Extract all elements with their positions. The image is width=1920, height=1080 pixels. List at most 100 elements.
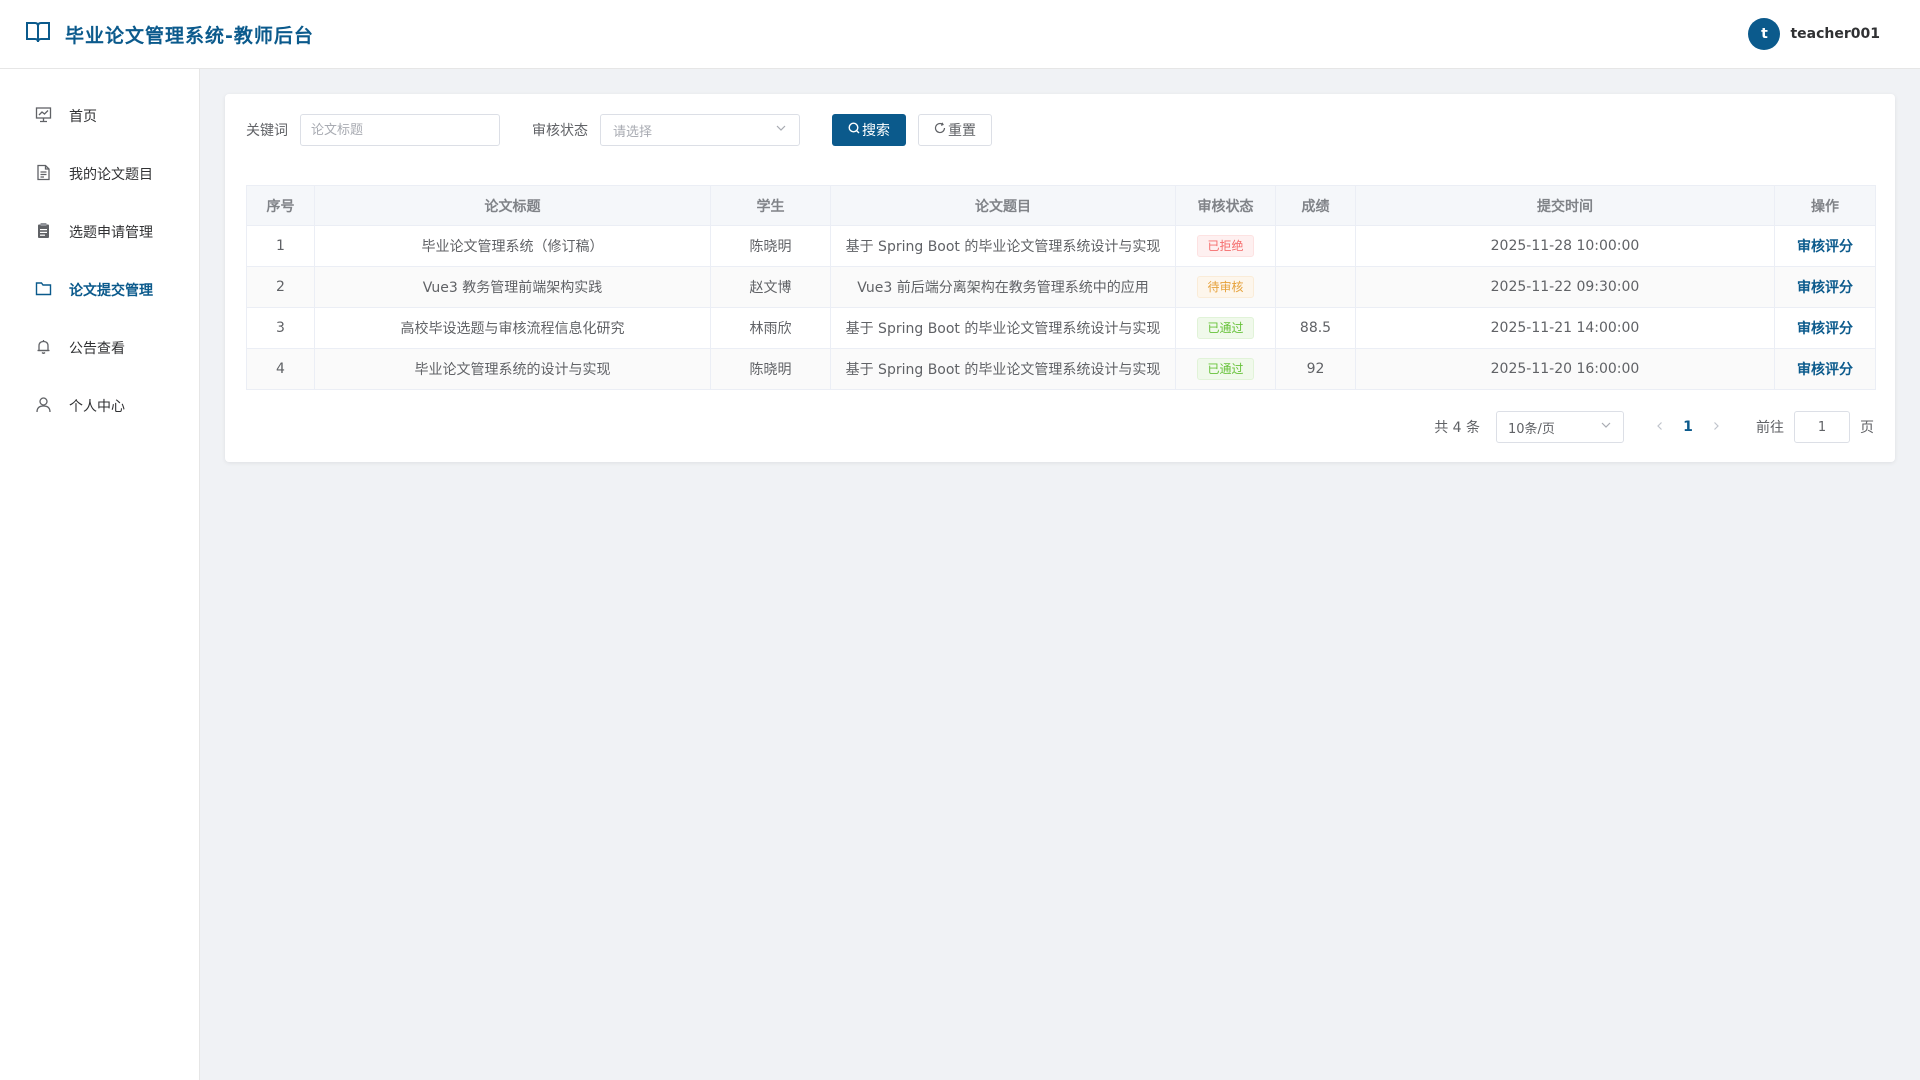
cell-time: 2025-11-20 16:00:00 <box>1355 348 1775 390</box>
column-header: 提交时间 <box>1355 185 1775 226</box>
refresh-icon <box>934 122 948 138</box>
table-header-row: 序号 论文标题 学生 论文题目 审核状态 成绩 提交时间 操作 <box>246 185 1876 226</box>
pagination: 共 4 条 10条/页 1 前往 页 <box>1434 411 1874 443</box>
cell-topic: Vue3 前后端分离架构在教务管理系统中的应用 <box>830 266 1176 308</box>
goto-page-input[interactable] <box>1794 411 1850 443</box>
cell-time: 2025-11-21 14:00:00 <box>1355 307 1775 349</box>
column-header: 学生 <box>710 185 831 226</box>
cell-title: 高校毕设选题与审核流程信息化研究 <box>314 307 711 349</box>
bell-icon <box>35 338 52 359</box>
submissions-table: 序号 论文标题 学生 论文题目 审核状态 成绩 提交时间 操作 1 毕业论文管理… <box>246 185 1876 390</box>
column-header: 论文题目 <box>830 185 1176 226</box>
book-icon <box>25 20 51 48</box>
top-header: 毕业论文管理系统-教师后台 t teacher001 <box>0 0 1920 69</box>
content-card: 关键词 审核状态 请选择 搜索 重置 序号 <box>225 94 1895 462</box>
column-header: 审核状态 <box>1175 185 1276 226</box>
sidebar-item-label: 个人中心 <box>69 399 125 415</box>
search-button-label: 搜索 <box>862 123 890 139</box>
sidebar-item-label: 我的论文题目 <box>69 167 153 183</box>
filter-bar: 关键词 审核状态 请选择 搜索 重置 <box>246 114 992 146</box>
user-icon <box>35 396 52 417</box>
chevron-right-icon <box>1711 419 1721 435</box>
cell-score: 88.5 <box>1275 307 1356 349</box>
chevron-down-icon <box>1600 419 1612 435</box>
next-page-button[interactable] <box>1704 411 1728 443</box>
table-row: 1 毕业论文管理系统（修订稿） 陈晓明 基于 Spring Boot 的毕业论文… <box>246 225 1876 267</box>
page-size-select[interactable]: 10条/页 <box>1496 411 1624 443</box>
page-suffix-label: 页 <box>1860 420 1874 436</box>
user-menu[interactable]: t teacher001 <box>1748 18 1880 50</box>
status-badge: 待审核 <box>1197 276 1254 298</box>
sidebar-item-label: 论文提交管理 <box>69 283 153 299</box>
chevron-left-icon <box>1655 419 1665 435</box>
search-icon <box>848 122 862 138</box>
cell-title: 毕业论文管理系统（修订稿） <box>314 225 711 267</box>
cell-student: 赵文博 <box>710 266 831 308</box>
column-header: 操作 <box>1774 185 1876 226</box>
sidebar-item-home[interactable]: 首页 <box>0 87 199 145</box>
sidebar-item-label: 首页 <box>69 109 97 125</box>
review-link[interactable]: 审核评分 <box>1797 280 1853 296</box>
prev-page-button[interactable] <box>1648 411 1672 443</box>
sidebar-item-my-topics[interactable]: 我的论文题目 <box>0 145 199 203</box>
reset-button-label: 重置 <box>948 123 976 139</box>
review-link[interactable]: 审核评分 <box>1797 239 1853 255</box>
cell-action: 审核评分 <box>1774 307 1876 349</box>
sidebar-item-label: 公告查看 <box>69 341 125 357</box>
page-size-value: 10条/页 <box>1508 421 1555 437</box>
app-title: 毕业论文管理系统-教师后台 <box>65 24 314 47</box>
review-link[interactable]: 审核评分 <box>1797 362 1853 378</box>
cell-index: 4 <box>246 348 315 390</box>
chevron-down-icon <box>775 122 787 138</box>
username[interactable]: teacher001 <box>1790 26 1880 42</box>
sidebar-item-applications[interactable]: 选题申请管理 <box>0 203 199 261</box>
search-button[interactable]: 搜索 <box>832 114 906 146</box>
sidebar-item-announcements[interactable]: 公告查看 <box>0 319 199 377</box>
page-number-button[interactable]: 1 <box>1672 411 1704 443</box>
cell-student: 陈晓明 <box>710 225 831 267</box>
cell-score: 92 <box>1275 348 1356 390</box>
sidebar-item-label: 选题申请管理 <box>69 225 153 241</box>
reset-button[interactable]: 重置 <box>918 114 992 146</box>
avatar[interactable]: t <box>1748 18 1781 50</box>
cell-time: 2025-11-22 09:30:00 <box>1355 266 1775 308</box>
cell-index: 2 <box>246 266 315 308</box>
cell-status: 已拒绝 <box>1175 225 1276 267</box>
keyword-label: 关键词 <box>246 123 288 139</box>
status-select-placeholder: 请选择 <box>613 124 653 140</box>
cell-score <box>1275 225 1356 267</box>
status-badge: 已通过 <box>1197 317 1254 339</box>
cell-title: 毕业论文管理系统的设计与实现 <box>314 348 711 390</box>
status-badge: 已通过 <box>1197 358 1254 380</box>
cell-index: 3 <box>246 307 315 349</box>
document-icon <box>35 164 52 185</box>
cell-action: 审核评分 <box>1774 348 1876 390</box>
table-row: 3 高校毕设选题与审核流程信息化研究 林雨欣 基于 Spring Boot 的毕… <box>246 307 1876 349</box>
column-header: 成绩 <box>1275 185 1356 226</box>
dashboard-icon <box>35 106 52 127</box>
cell-score <box>1275 266 1356 308</box>
cell-action: 审核评分 <box>1774 225 1876 267</box>
total-count: 共 4 条 <box>1434 420 1480 436</box>
clipboard-icon <box>35 222 52 243</box>
cell-topic: 基于 Spring Boot 的毕业论文管理系统设计与实现 <box>830 225 1176 267</box>
cell-title: Vue3 教务管理前端架构实践 <box>314 266 711 308</box>
column-header: 论文标题 <box>314 185 711 226</box>
keyword-input[interactable] <box>300 114 500 146</box>
status-select[interactable]: 请选择 <box>600 114 800 146</box>
cell-status: 已通过 <box>1175 348 1276 390</box>
cell-topic: 基于 Spring Boot 的毕业论文管理系统设计与实现 <box>830 307 1176 349</box>
brand: 毕业论文管理系统-教师后台 <box>25 20 314 48</box>
cell-status: 已通过 <box>1175 307 1276 349</box>
folder-icon <box>35 280 52 301</box>
cell-time: 2025-11-28 10:00:00 <box>1355 225 1775 267</box>
review-link[interactable]: 审核评分 <box>1797 321 1853 337</box>
sidebar-item-submissions[interactable]: 论文提交管理 <box>0 261 199 319</box>
status-badge: 已拒绝 <box>1197 235 1254 257</box>
sidebar: 首页 我的论文题目 选题申请管理 论文提交管理 公告查看 个人中心 <box>0 69 200 1080</box>
sidebar-item-profile[interactable]: 个人中心 <box>0 377 199 435</box>
cell-student: 林雨欣 <box>710 307 831 349</box>
table-row: 2 Vue3 教务管理前端架构实践 赵文博 Vue3 前后端分离架构在教务管理系… <box>246 266 1876 308</box>
status-label: 审核状态 <box>532 123 588 139</box>
cell-status: 待审核 <box>1175 266 1276 308</box>
